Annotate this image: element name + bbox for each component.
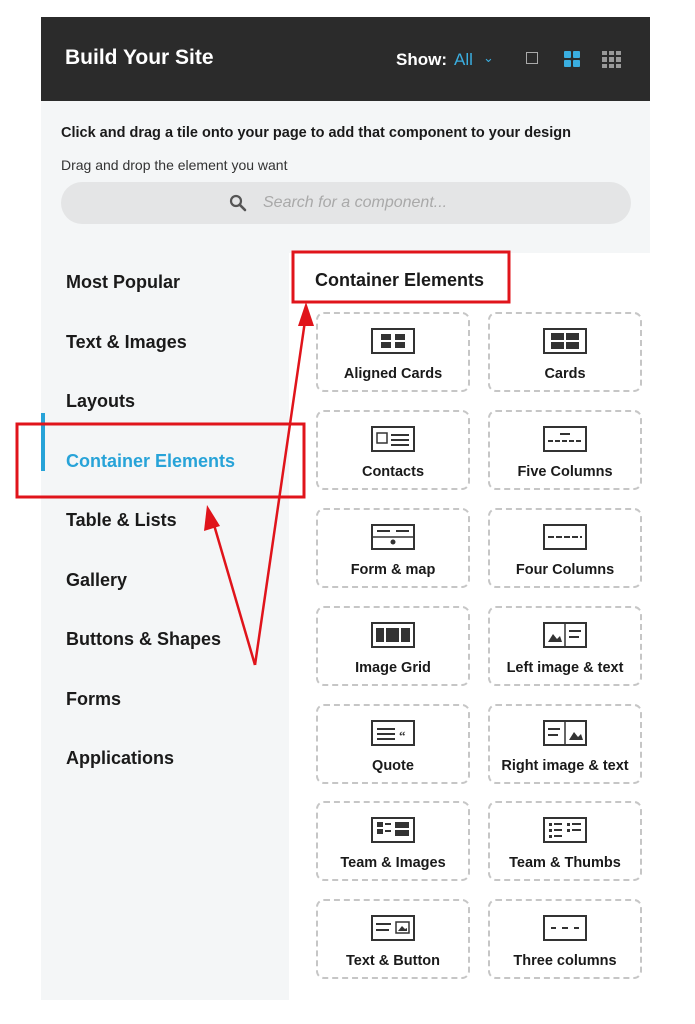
panel-header: Build Your Site Show: All ⌄ [41, 17, 650, 101]
team-images-icon [371, 817, 415, 843]
tile-three-columns[interactable]: Three columns [488, 899, 642, 979]
sidebar-item-most-popular[interactable]: Most Popular [66, 272, 180, 293]
search-icon [229, 194, 247, 212]
tile-label: Contacts [361, 464, 425, 480]
tile-quote[interactable]: “ Quote [316, 704, 470, 784]
tile-label: Aligned Cards [343, 366, 443, 382]
sidebar-item-buttons-shapes[interactable]: Buttons & Shapes [66, 629, 221, 650]
sidebar-item-applications[interactable]: Applications [66, 748, 174, 769]
grid-view-icon[interactable] [564, 51, 580, 67]
tile-label: Left image & text [506, 660, 624, 676]
instructions-title: Click and drag a tile onto your page to … [61, 125, 571, 141]
tile-text-button[interactable]: Text & Button [316, 899, 470, 979]
category-sidebar [41, 253, 289, 1000]
text-button-icon [371, 915, 415, 941]
tile-team-images[interactable]: Team & Images [316, 801, 470, 881]
tile-label: Quote [372, 758, 414, 774]
sidebar-item-gallery[interactable]: Gallery [66, 570, 127, 591]
svg-text:“: “ [399, 728, 406, 743]
aligned-cards-icon [371, 328, 415, 354]
section-title: Container Elements [315, 270, 485, 290]
tile-form-map[interactable]: Form & map [316, 508, 470, 588]
four-columns-icon [543, 524, 587, 550]
cards-icon [543, 328, 587, 354]
dense-grid-view-icon[interactable] [602, 51, 621, 68]
single-view-icon[interactable] [526, 52, 538, 64]
sidebar-item-forms[interactable]: Forms [66, 689, 121, 710]
sidebar-item-table-lists[interactable]: Table & Lists [66, 510, 177, 531]
tile-label: Text & Button [346, 953, 440, 969]
tile-label: Three columns [513, 953, 617, 969]
team-thumbs-icon [543, 817, 587, 843]
tile-four-columns[interactable]: Four Columns [488, 508, 642, 588]
tile-cards[interactable]: Cards [488, 312, 642, 392]
tile-label: Four Columns [515, 562, 615, 578]
tile-label: Team & Thumbs [509, 855, 621, 871]
tile-label: Right image & text [501, 758, 629, 774]
show-label: Show: [396, 50, 447, 69]
image-grid-icon [371, 622, 415, 648]
show-filter-dropdown[interactable]: All [454, 50, 473, 70]
tile-aligned-cards[interactable]: Aligned Cards [316, 312, 470, 392]
tile-contacts[interactable]: Contacts [316, 410, 470, 490]
left-image-text-icon [543, 622, 587, 648]
right-image-text-icon [543, 720, 587, 746]
tile-image-grid[interactable]: Image Grid [316, 606, 470, 686]
tile-label: Team & Images [340, 855, 446, 871]
sidebar-item-container-elements[interactable]: Container Elements [66, 451, 235, 472]
search-placeholder: Search for a component... [263, 194, 448, 211]
five-columns-icon [543, 426, 587, 452]
tile-five-columns[interactable]: Five Columns [488, 410, 642, 490]
tile-label: Form & map [350, 562, 436, 578]
form-map-icon [371, 524, 415, 550]
search-input[interactable]: Search for a component... [61, 182, 631, 224]
tile-label: Image Grid [355, 660, 431, 676]
contacts-icon [371, 426, 415, 452]
quote-icon: “ [371, 720, 415, 746]
sidebar-item-text-images[interactable]: Text & Images [66, 332, 187, 353]
tile-label: Five Columns [517, 464, 613, 480]
tile-right-image-text[interactable]: Right image & text [488, 704, 642, 784]
panel-title: Build Your Site [65, 46, 214, 69]
instructions-subtitle: Drag and drop the element you want [61, 157, 288, 173]
chevron-down-icon[interactable]: ⌄ [483, 50, 494, 66]
sidebar-item-layouts[interactable]: Layouts [66, 391, 135, 412]
tile-label: Cards [544, 366, 586, 382]
active-category-indicator [41, 413, 45, 471]
three-columns-icon [543, 915, 587, 941]
tile-left-image-text[interactable]: Left image & text [488, 606, 642, 686]
tile-team-thumbs[interactable]: Team & Thumbs [488, 801, 642, 881]
